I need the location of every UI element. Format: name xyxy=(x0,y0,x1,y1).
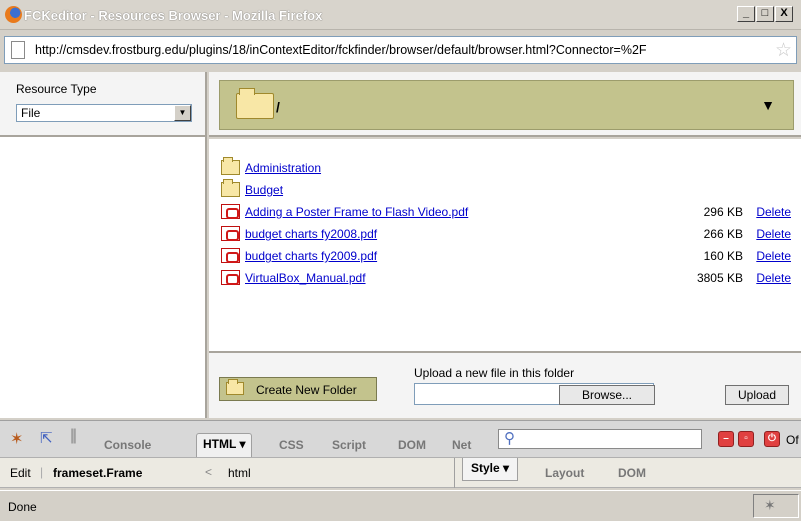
separator: | xyxy=(40,465,44,479)
list-item: Adding a Poster Frame to Flash Video.pdf… xyxy=(221,203,791,223)
tab-layout[interactable]: Layout xyxy=(545,466,584,480)
tab-console[interactable]: Console xyxy=(104,438,151,452)
status-bar: Done ✶ xyxy=(0,490,801,521)
pdf-icon xyxy=(221,270,240,285)
minimize-button[interactable]: _ xyxy=(737,6,755,22)
upload-label: Upload a new file in this folder xyxy=(414,366,575,380)
page-icon xyxy=(11,41,25,59)
window-title-bar: FCKeditor - Resources Browser - Mozilla … xyxy=(0,0,801,30)
pause-icon[interactable]: || xyxy=(70,427,77,445)
file-name-link[interactable]: Administration xyxy=(245,161,321,175)
file-name-link[interactable]: VirtualBox_Manual.pdf xyxy=(245,271,366,285)
file-name-link[interactable]: budget charts fy2008.pdf xyxy=(245,227,377,241)
firebug-search-input[interactable]: ⚲ xyxy=(498,429,702,449)
firebug-off-label[interactable]: Of xyxy=(786,433,799,447)
close-button[interactable]: X xyxy=(775,6,793,22)
current-path: / xyxy=(276,99,280,115)
search-icon: ⚲ xyxy=(504,430,515,447)
breadcrumb-frame[interactable]: frameset.Frame xyxy=(53,466,142,480)
tab-net[interactable]: Net xyxy=(452,438,471,452)
window-title: FCKeditor - Resources Browser - Mozilla … xyxy=(24,8,323,23)
pdf-icon xyxy=(221,204,240,219)
tab-script[interactable]: Script xyxy=(332,438,366,452)
file-size: 3805 KB xyxy=(696,271,743,285)
delete-link[interactable]: Delete xyxy=(756,271,791,285)
detach-firebug-icon[interactable]: ▫ xyxy=(738,431,754,447)
firefox-icon xyxy=(5,6,22,23)
breadcrumb-separator: < xyxy=(205,465,213,479)
file-name-link[interactable]: Adding a Poster Frame to Flash Video.pdf xyxy=(245,205,468,219)
resource-type-select[interactable]: File ▼ xyxy=(16,104,192,122)
chevron-down-icon[interactable]: ▼ xyxy=(761,97,775,113)
create-folder-label: Create New Folder xyxy=(256,383,357,397)
file-name-link[interactable]: Budget xyxy=(245,183,283,197)
firebug-toolbar: ✶ ⇱ || Console HTML ▾ CSS Script DOM Net… xyxy=(0,420,801,458)
firebug-icon[interactable]: ✶ xyxy=(10,429,23,449)
folder-path-bar: / ▼ xyxy=(209,72,801,137)
maximize-button[interactable]: □ xyxy=(756,6,774,22)
firebug-status-icon[interactable]: ✶ xyxy=(764,497,776,514)
status-text: Done xyxy=(8,500,37,514)
tab-style[interactable]: Style ▾ xyxy=(462,458,519,481)
power-icon[interactable]: ⏻ xyxy=(764,431,780,447)
resource-type-section: Resource Type File ▼ xyxy=(0,72,205,137)
file-list: Administration Budget Adding a Poster Fr… xyxy=(209,139,801,351)
upload-panel: Create New Folder Upload a new file in t… xyxy=(209,351,801,418)
tab-dom[interactable]: DOM xyxy=(398,438,426,452)
minimize-firebug-icon[interactable]: – xyxy=(718,431,734,447)
edit-button[interactable]: Edit xyxy=(10,466,31,480)
folder-icon xyxy=(221,179,240,197)
open-folder-icon xyxy=(236,88,274,119)
folder-icon xyxy=(221,157,240,175)
list-item: budget charts fy2008.pdf 266 KB Delete xyxy=(221,225,791,245)
tab-css[interactable]: CSS xyxy=(279,438,304,452)
file-name-link[interactable]: budget charts fy2009.pdf xyxy=(245,249,377,263)
firebug-breadcrumb-bar: Edit | frameset.Frame < html Style ▾ Lay… xyxy=(0,458,801,488)
path-panel: / ▼ xyxy=(219,80,794,130)
inspect-icon[interactable]: ⇱ xyxy=(40,429,53,447)
status-firebug-box[interactable]: ✶ xyxy=(753,494,799,518)
url-bar[interactable]: http://cmsdev.frostburg.edu/plugins/18/i… xyxy=(4,36,797,64)
list-item: Budget xyxy=(221,179,791,201)
tab-side-dom[interactable]: DOM xyxy=(618,466,646,480)
file-size: 266 KB xyxy=(703,227,743,241)
resource-type-value: File xyxy=(21,106,41,120)
breadcrumb-html[interactable]: html xyxy=(228,466,251,480)
file-size: 296 KB xyxy=(703,205,743,219)
dropdown-arrow-icon[interactable]: ▼ xyxy=(174,105,191,121)
delete-link[interactable]: Delete xyxy=(756,227,791,241)
delete-link[interactable]: Delete xyxy=(756,205,791,219)
resource-type-label: Resource Type xyxy=(16,82,97,96)
list-item: Administration xyxy=(221,157,791,179)
window-controls: _ □ X xyxy=(737,6,793,22)
browse-button[interactable]: Browse... xyxy=(559,385,655,405)
file-size: 160 KB xyxy=(703,249,743,263)
upload-button[interactable]: Upload xyxy=(725,385,789,405)
panel-divider xyxy=(454,458,455,488)
url-text[interactable]: http://cmsdev.frostburg.edu/plugins/18/i… xyxy=(35,43,647,57)
list-item: budget charts fy2009.pdf 160 KB Delete xyxy=(221,247,791,267)
bookmark-star-icon[interactable]: ☆ xyxy=(775,39,792,62)
tab-html[interactable]: HTML ▾ xyxy=(196,433,253,457)
folder-icon xyxy=(226,379,244,395)
pdf-icon xyxy=(221,226,240,241)
delete-link[interactable]: Delete xyxy=(756,249,791,263)
pdf-icon xyxy=(221,248,240,263)
list-item: VirtualBox_Manual.pdf 3805 KB Delete xyxy=(221,269,791,289)
resource-type-panel: Resource Type File ▼ xyxy=(0,72,207,418)
create-folder-button[interactable]: Create New Folder xyxy=(219,377,377,401)
